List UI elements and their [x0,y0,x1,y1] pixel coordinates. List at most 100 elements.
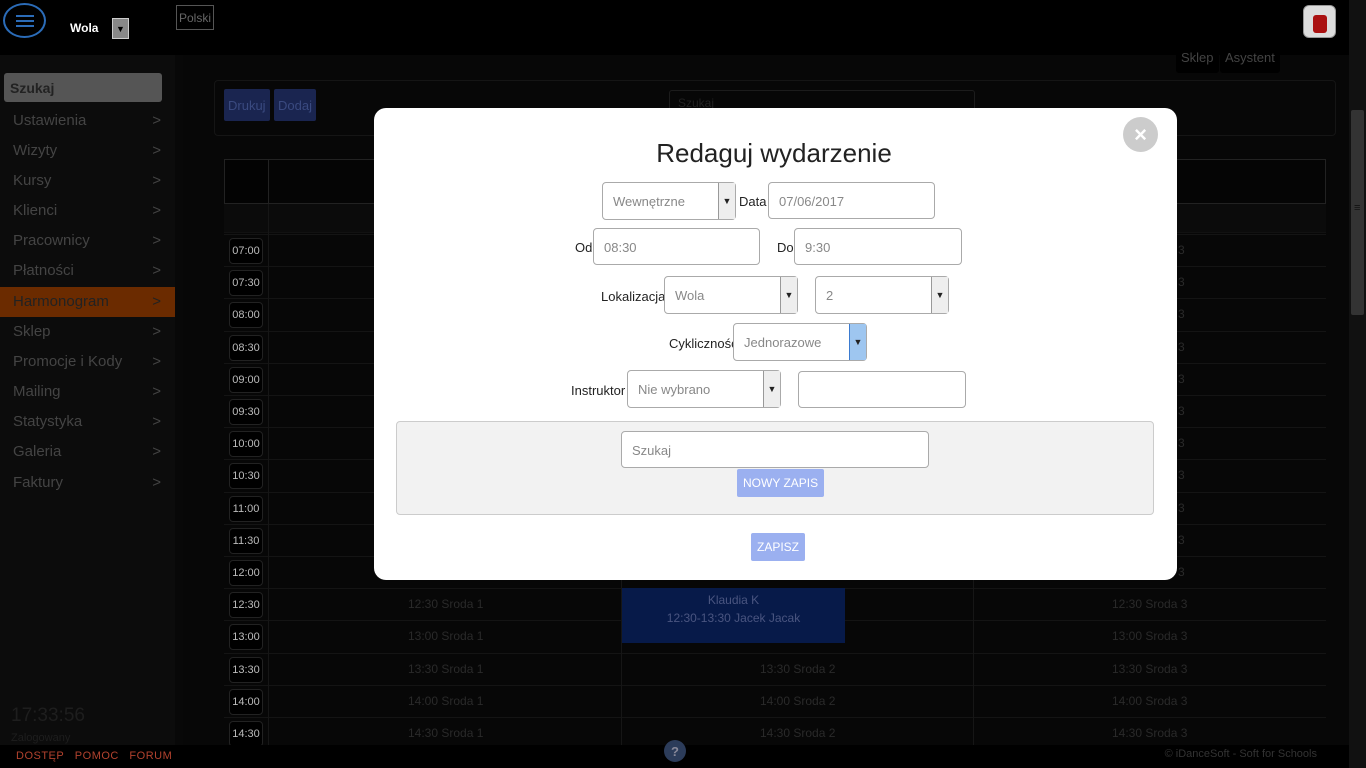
location-name: Wola [70,21,99,35]
language-selector[interactable]: Polski [176,5,214,30]
hamburger-menu-icon[interactable] [3,3,46,38]
sidebar-item[interactable]: Promocje i Kody > [0,347,175,377]
sidebar-item[interactable]: Galeria > [0,437,175,467]
chevron-right-icon: > [152,202,161,219]
sidebar-item[interactable]: Faktury > [0,468,175,498]
shop-button[interactable]: Sklep [1176,44,1219,73]
location-value: Wola [675,288,705,303]
table-cell[interactable]: 13:30 Sroda 2 [760,662,835,676]
clock: 17:33:56 [11,705,85,726]
table-cell[interactable]: 14:00 Sroda 1 [408,694,483,708]
instructor-select[interactable]: Nie wybrano ▼ [627,370,781,408]
table-cell[interactable]: 3 [1178,565,1185,579]
avatar[interactable] [1303,5,1336,38]
table-cell[interactable]: 3 [1178,340,1185,354]
time-label: 09:30 [229,399,263,425]
save-button[interactable]: ZAPISZ [751,533,806,561]
table-cell[interactable]: 3 [1178,372,1185,386]
sidebar-item-label: Wizyty [13,142,58,159]
table-cell[interactable]: 13:00 Sroda 1 [408,629,483,643]
sidebar-item[interactable]: Ustawienia > [0,106,175,136]
time-label: 13:00 [229,624,263,651]
sidebar-item-label: Sklep [13,323,51,340]
table-cell[interactable]: 3 [1178,468,1185,482]
table-cell[interactable]: 3 [1178,533,1185,547]
top-bar: Wola ▼ Polski [0,0,1366,55]
sidebar-item[interactable]: Statystyka > [0,407,175,437]
time-label: 07:00 [229,238,263,264]
sidebar-search-input[interactable]: Szukaj [4,73,162,102]
table-cell[interactable]: 13:00 Sroda 3 [1112,629,1187,643]
footer-link-forum[interactable]: FORUM [129,750,172,762]
table-cell[interactable]: 14:00 Sroda 2 [760,694,835,708]
chevron-right-icon: > [152,262,161,279]
time-label: 11:00 [229,495,263,522]
footer-link-access[interactable]: DOSTĘP [16,750,64,762]
chevron-right-icon: > [152,353,161,370]
chevron-right-icon: > [152,293,161,310]
schedule-event[interactable]: Klaudia K 12:30-13:30 Jacek Jacak [622,588,845,643]
table-cell[interactable]: 3 [1178,501,1185,515]
table-cell[interactable]: 13:30 Sroda 3 [1112,662,1187,676]
table-cell[interactable]: 3 [1178,275,1185,289]
sidebar-item[interactable]: Kursy > [0,166,175,196]
table-cell[interactable]: 3 [1178,404,1185,418]
table-cell[interactable]: 3 [1178,307,1185,321]
chevron-right-icon: > [152,443,161,460]
from-time-field[interactable]: 08:30 [593,228,760,265]
copyright-text: © iDanceSoft - Soft for Schools [1164,748,1317,760]
sidebar-item-label: Mailing [13,383,61,400]
instructor-extra-field[interactable] [798,371,966,408]
table-cell[interactable]: 14:00 Sroda 3 [1112,694,1187,708]
room-select[interactable]: 2 ▼ [815,276,949,314]
table-cell[interactable]: 3 [1178,243,1185,257]
sidebar-item[interactable]: Sklep > [0,317,175,347]
event-type-select[interactable]: Wewnętrzne ▼ [602,182,736,220]
event-title: Klaudia K [707,593,760,607]
sidebar-item[interactable]: Wizyty > [0,136,175,166]
date-field[interactable]: 07/06/2017 [768,182,935,219]
sidebar-item-label: Galeria [13,443,62,460]
location-label: Lokalizacja [601,289,666,304]
recurrence-label: Cykliczność [669,336,738,351]
assistant-button[interactable]: Asystent [1220,44,1280,73]
table-cell[interactable]: 14:30 Sroda 2 [760,726,835,740]
sidebar-item-label: Statystyka [13,413,83,430]
to-label: Do [777,240,794,255]
print-button[interactable]: Drukuj [224,89,270,121]
table-cell[interactable]: 12:30 Sroda 3 [1112,597,1187,611]
add-button[interactable]: Dodaj [274,89,316,121]
instructor-label: Instruktor [571,383,626,398]
time-label: 13:30 [229,656,263,683]
table-cell[interactable]: 12:30 Sroda 1 [408,597,483,611]
location-select[interactable]: Wola ▼ [664,276,798,314]
participant-search-input[interactable]: Szukaj [621,431,929,468]
sidebar-item[interactable]: Mailing > [0,377,175,407]
table-cell[interactable]: 14:30 Sroda 3 [1112,726,1187,740]
chevron-down-icon: ▼ [718,183,735,219]
sidebar-item[interactable]: Płatności > [0,256,175,286]
event-type-value: Wewnętrzne [613,194,686,209]
table-cell[interactable]: 3 [1178,436,1185,450]
time-label: 12:00 [229,560,263,586]
footer-link-help[interactable]: POMOC [75,750,119,762]
location-dropdown-icon[interactable]: ▼ [112,18,129,39]
table-cell[interactable]: 14:30 Sroda 1 [408,726,483,740]
table-cell[interactable]: 13:30 Sroda 1 [408,662,483,676]
new-entry-button[interactable]: NOWY ZAPIS [737,469,825,497]
sidebar-item[interactable]: Pracownicy > [0,226,175,256]
sidebar-item[interactable]: Klienci > [0,196,175,226]
time-label: 14:30 [229,721,263,747]
to-time-field[interactable]: 9:30 [794,228,962,265]
help-icon[interactable]: ? [664,740,686,762]
recurrence-value: Jednorazowe [744,335,822,350]
recurrence-select[interactable]: Jednorazowe ▼ [733,323,867,361]
chevron-right-icon: > [152,474,161,491]
sidebar-item[interactable]: Harmonogram > [0,287,175,317]
time-label: 08:00 [229,302,263,329]
time-label: 11:30 [229,527,263,554]
sidebar-separator [175,55,183,768]
sidebar-item-label: Kursy [13,172,52,189]
sidebar-item-label: Harmonogram [13,293,109,310]
scrollbar-thumb[interactable] [1351,110,1364,315]
